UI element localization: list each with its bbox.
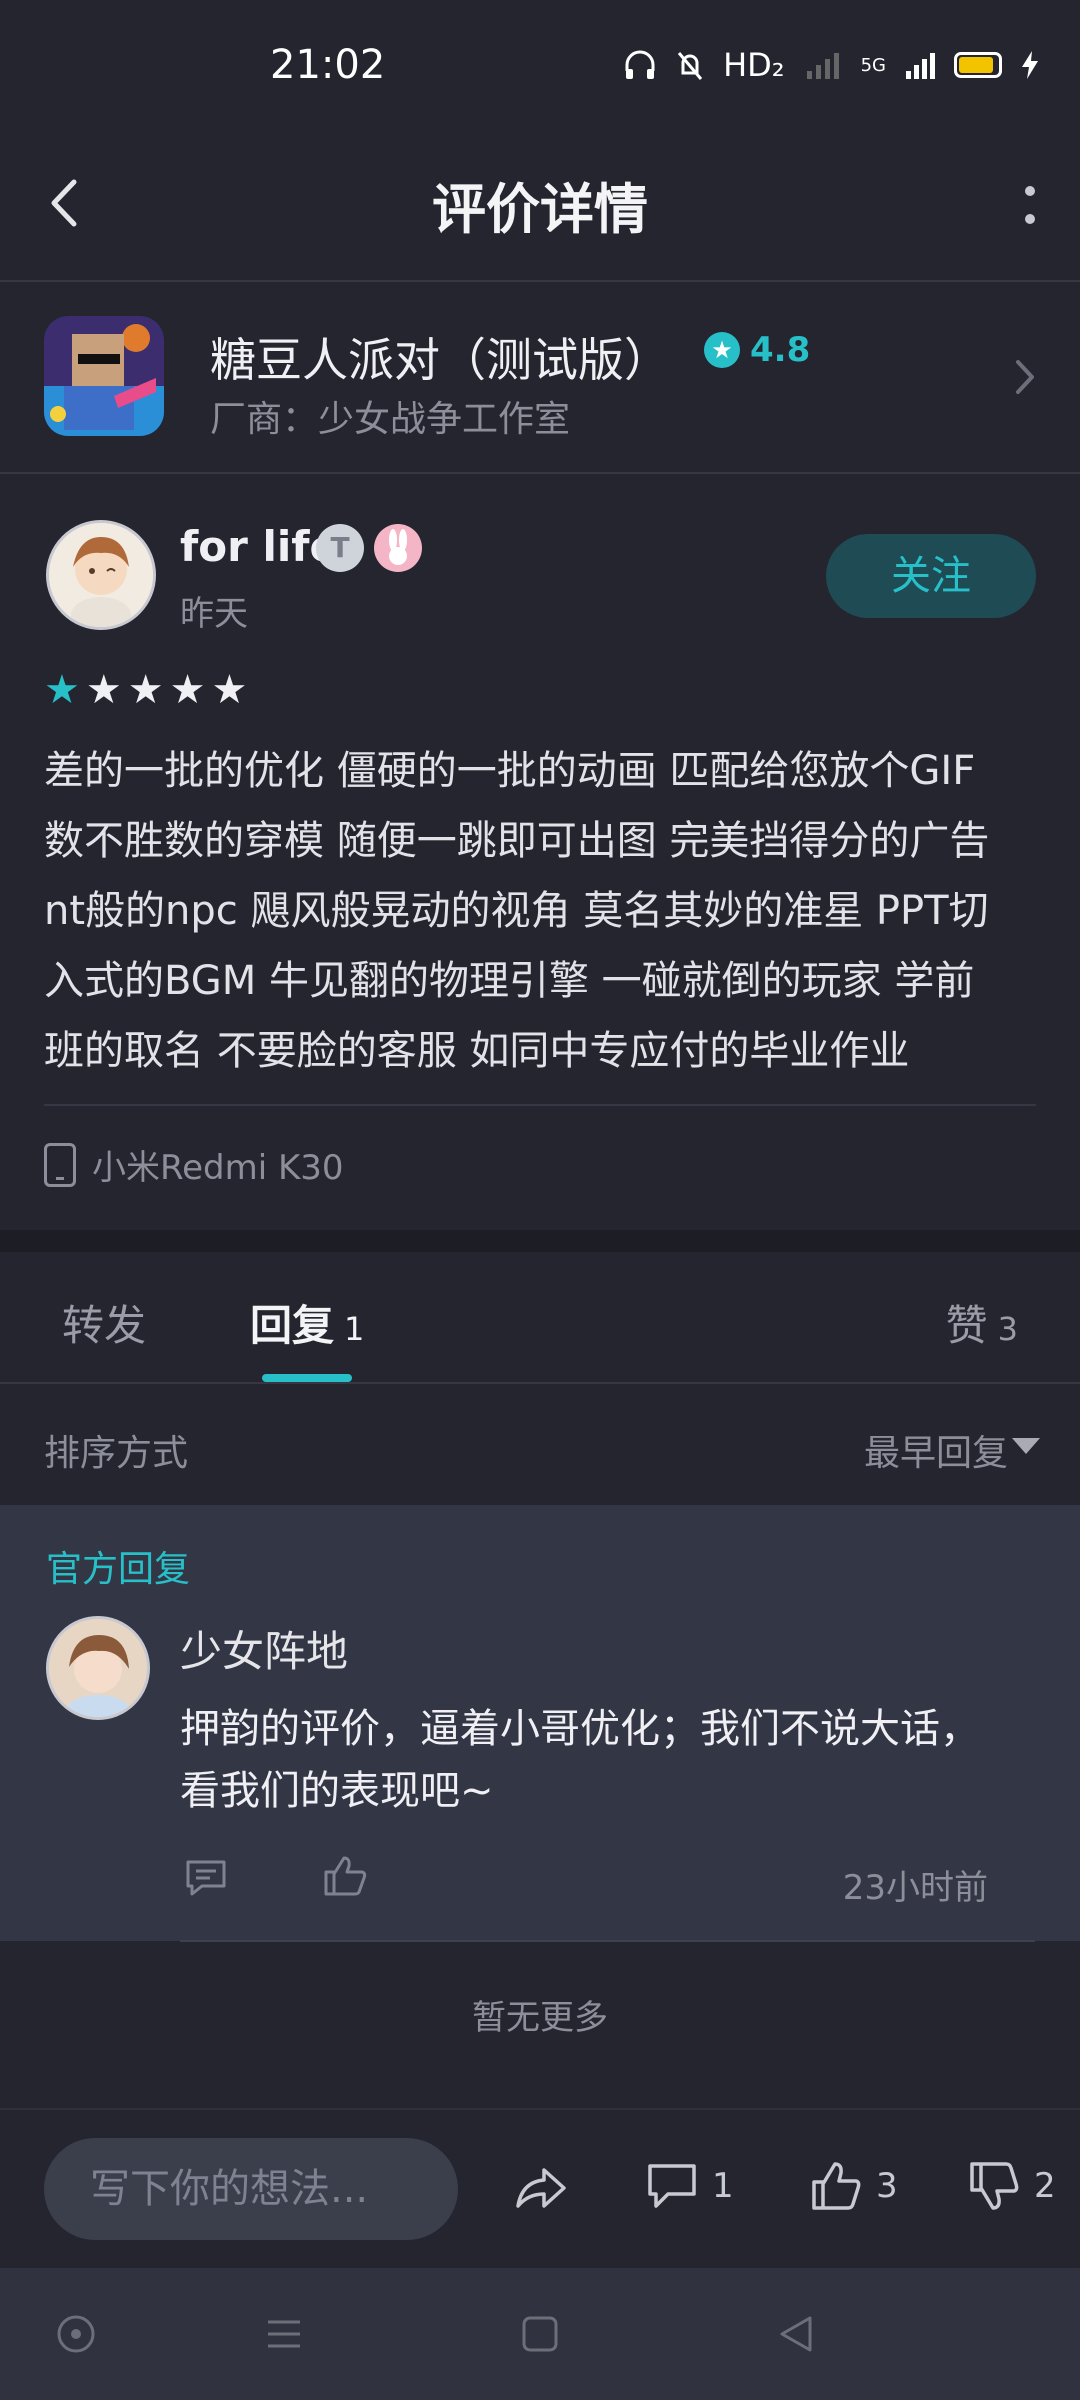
tab-replies-label: 回复 (250, 1301, 335, 1350)
official-reply-tag: 官方回复 (46, 1549, 191, 1590)
follow-button[interactable]: 关注 (826, 534, 1036, 618)
comment-input[interactable]: 写下你的想法... (44, 2138, 458, 2240)
review-time: 昨天 (180, 594, 248, 634)
reviewer-avatar[interactable] (46, 520, 156, 630)
review-divider (44, 1104, 1036, 1106)
review-line: 班的取名 不要脸的客服 如同中专应付的毕业作业 (44, 1028, 910, 1074)
tab-likes-count: 3 (997, 1310, 1018, 1348)
app-name: 糖豆人派对（测试版） (210, 333, 670, 387)
rating-value: 4.8 (750, 330, 811, 370)
device-info: 小米Redmi K30 (44, 1140, 344, 1189)
hd-indicator: HD₂ (723, 46, 785, 84)
status-icons: HD₂ 5G (623, 46, 1040, 84)
phone-icon (44, 1142, 76, 1187)
comment-count: 1 (712, 2166, 734, 2206)
reply-time: 23小时前 (842, 1868, 988, 1908)
headphones-icon (625, 50, 655, 79)
more-options-icon[interactable] (1020, 175, 1040, 235)
tab-repost[interactable]: 转发 (62, 1292, 146, 1353)
dislike-count: 2 (1034, 2166, 1056, 2206)
star-empty-icon: ★ (127, 667, 164, 713)
like-count: 3 (876, 2166, 898, 2206)
home-square-icon[interactable] (518, 2312, 562, 2356)
reply-line: 看我们的表现吧~ (180, 1768, 494, 1814)
signal-5g-icon (906, 53, 935, 79)
star-filled-icon: ★ (44, 667, 80, 713)
signal-5g-label: 5G (860, 54, 886, 76)
star-empty-icon: ★ (211, 667, 248, 713)
chevron-right-icon (1016, 360, 1034, 394)
system-navigation-bar (0, 2268, 1080, 2400)
reply-body: 押韵的评价，逼着小哥优化；我们不说大话， 看我们的表现吧~ (180, 1698, 1030, 1822)
sort-label: 排序方式 (44, 1433, 189, 1474)
assistant-circle-icon[interactable] (54, 2312, 98, 2356)
section-gap (0, 1230, 1080, 1252)
mute-bell-icon (677, 52, 703, 80)
reviewer-name[interactable]: for life (180, 522, 338, 571)
replier-avatar[interactable] (46, 1616, 150, 1720)
review-body: 差的一批的优化 僵硬的一批的动画 匹配给您放个GIF 数不胜数的穿模 随便一跳即… (44, 736, 1044, 1086)
thumbs-up-icon[interactable] (322, 1854, 368, 1898)
top-app-bar: 评价详情 (0, 130, 1080, 280)
tab-likes-label: 赞 (945, 1301, 988, 1350)
back-triangle-icon[interactable] (774, 2312, 818, 2356)
signal-icon (806, 53, 839, 79)
review-line: nt般的npc 飓风般晃动的视角 莫名其妙的准星 PPT切 (44, 888, 989, 934)
comment-icon[interactable] (184, 1858, 228, 1898)
review-line: 差的一批的优化 僵硬的一批的动画 匹配给您放个GIF (44, 748, 976, 794)
share-icon (516, 2168, 566, 2208)
star-empty-icon: ★ (169, 667, 206, 713)
comment-button[interactable]: 1 (646, 2160, 734, 2212)
reply-line: 押韵的评价，逼着小哥优化；我们不说大话， (180, 1706, 980, 1752)
chevron-down-icon[interactable] (1012, 1438, 1040, 1454)
sort-dropdown[interactable]: 最早回复 (864, 1424, 1008, 1476)
rabbit-badge-icon (374, 524, 422, 572)
no-more-text: 暂无更多 (472, 1998, 608, 2038)
tab-replies[interactable]: 回复 1 (250, 1292, 364, 1353)
tab-repost-label: 转发 (62, 1301, 147, 1350)
share-button[interactable] (512, 2160, 568, 2216)
app-vendor: 厂商：少女战争工作室 (210, 399, 571, 440)
app-rating: ★ 4.8 (704, 330, 810, 370)
review-line: 入式的BGM 牛见翻的物理引擎 一碰就倒的玩家 学前 (44, 958, 975, 1004)
page-title: 评价详情 (432, 178, 648, 241)
app-icon (44, 316, 164, 436)
review-line: 数不胜数的穿模 随便一跳即可出图 完美挡得分的广告 (44, 818, 990, 864)
status-bar: 21:02 HD₂ 5G (0, 0, 1080, 130)
replier-name[interactable]: 少女阵地 (180, 1618, 348, 1679)
level-badge: T (316, 524, 364, 572)
review-stars: ★ ★ ★ ★ ★ (44, 668, 247, 712)
device-name: 小米Redmi K30 (92, 1148, 344, 1188)
dislike-button[interactable]: 2 (968, 2160, 1056, 2212)
tab-replies-count: 1 (344, 1310, 365, 1348)
reply-divider (180, 1940, 1035, 1942)
tab-likes[interactable]: 赞3 (946, 1292, 1018, 1353)
battery-icon (954, 52, 1002, 78)
thumbs-down-icon (970, 2162, 1019, 2210)
menu-icon[interactable] (262, 2312, 306, 2356)
tabs-divider (0, 1382, 1080, 1384)
thumbs-up-icon (812, 2162, 861, 2210)
status-time: 21:02 (270, 42, 386, 88)
comment-icon (648, 2164, 696, 2208)
star-empty-icon: ★ (85, 667, 122, 713)
app-info-row[interactable]: 糖豆人派对（测试版） ★ 4.8 厂商：少女战争工作室 (0, 282, 1080, 472)
charging-bolt-icon (1022, 51, 1038, 79)
like-button[interactable]: 3 (810, 2160, 898, 2212)
active-tab-indicator (262, 1374, 352, 1382)
rating-star-icon: ★ (704, 332, 740, 368)
app-row-divider (0, 472, 1080, 474)
